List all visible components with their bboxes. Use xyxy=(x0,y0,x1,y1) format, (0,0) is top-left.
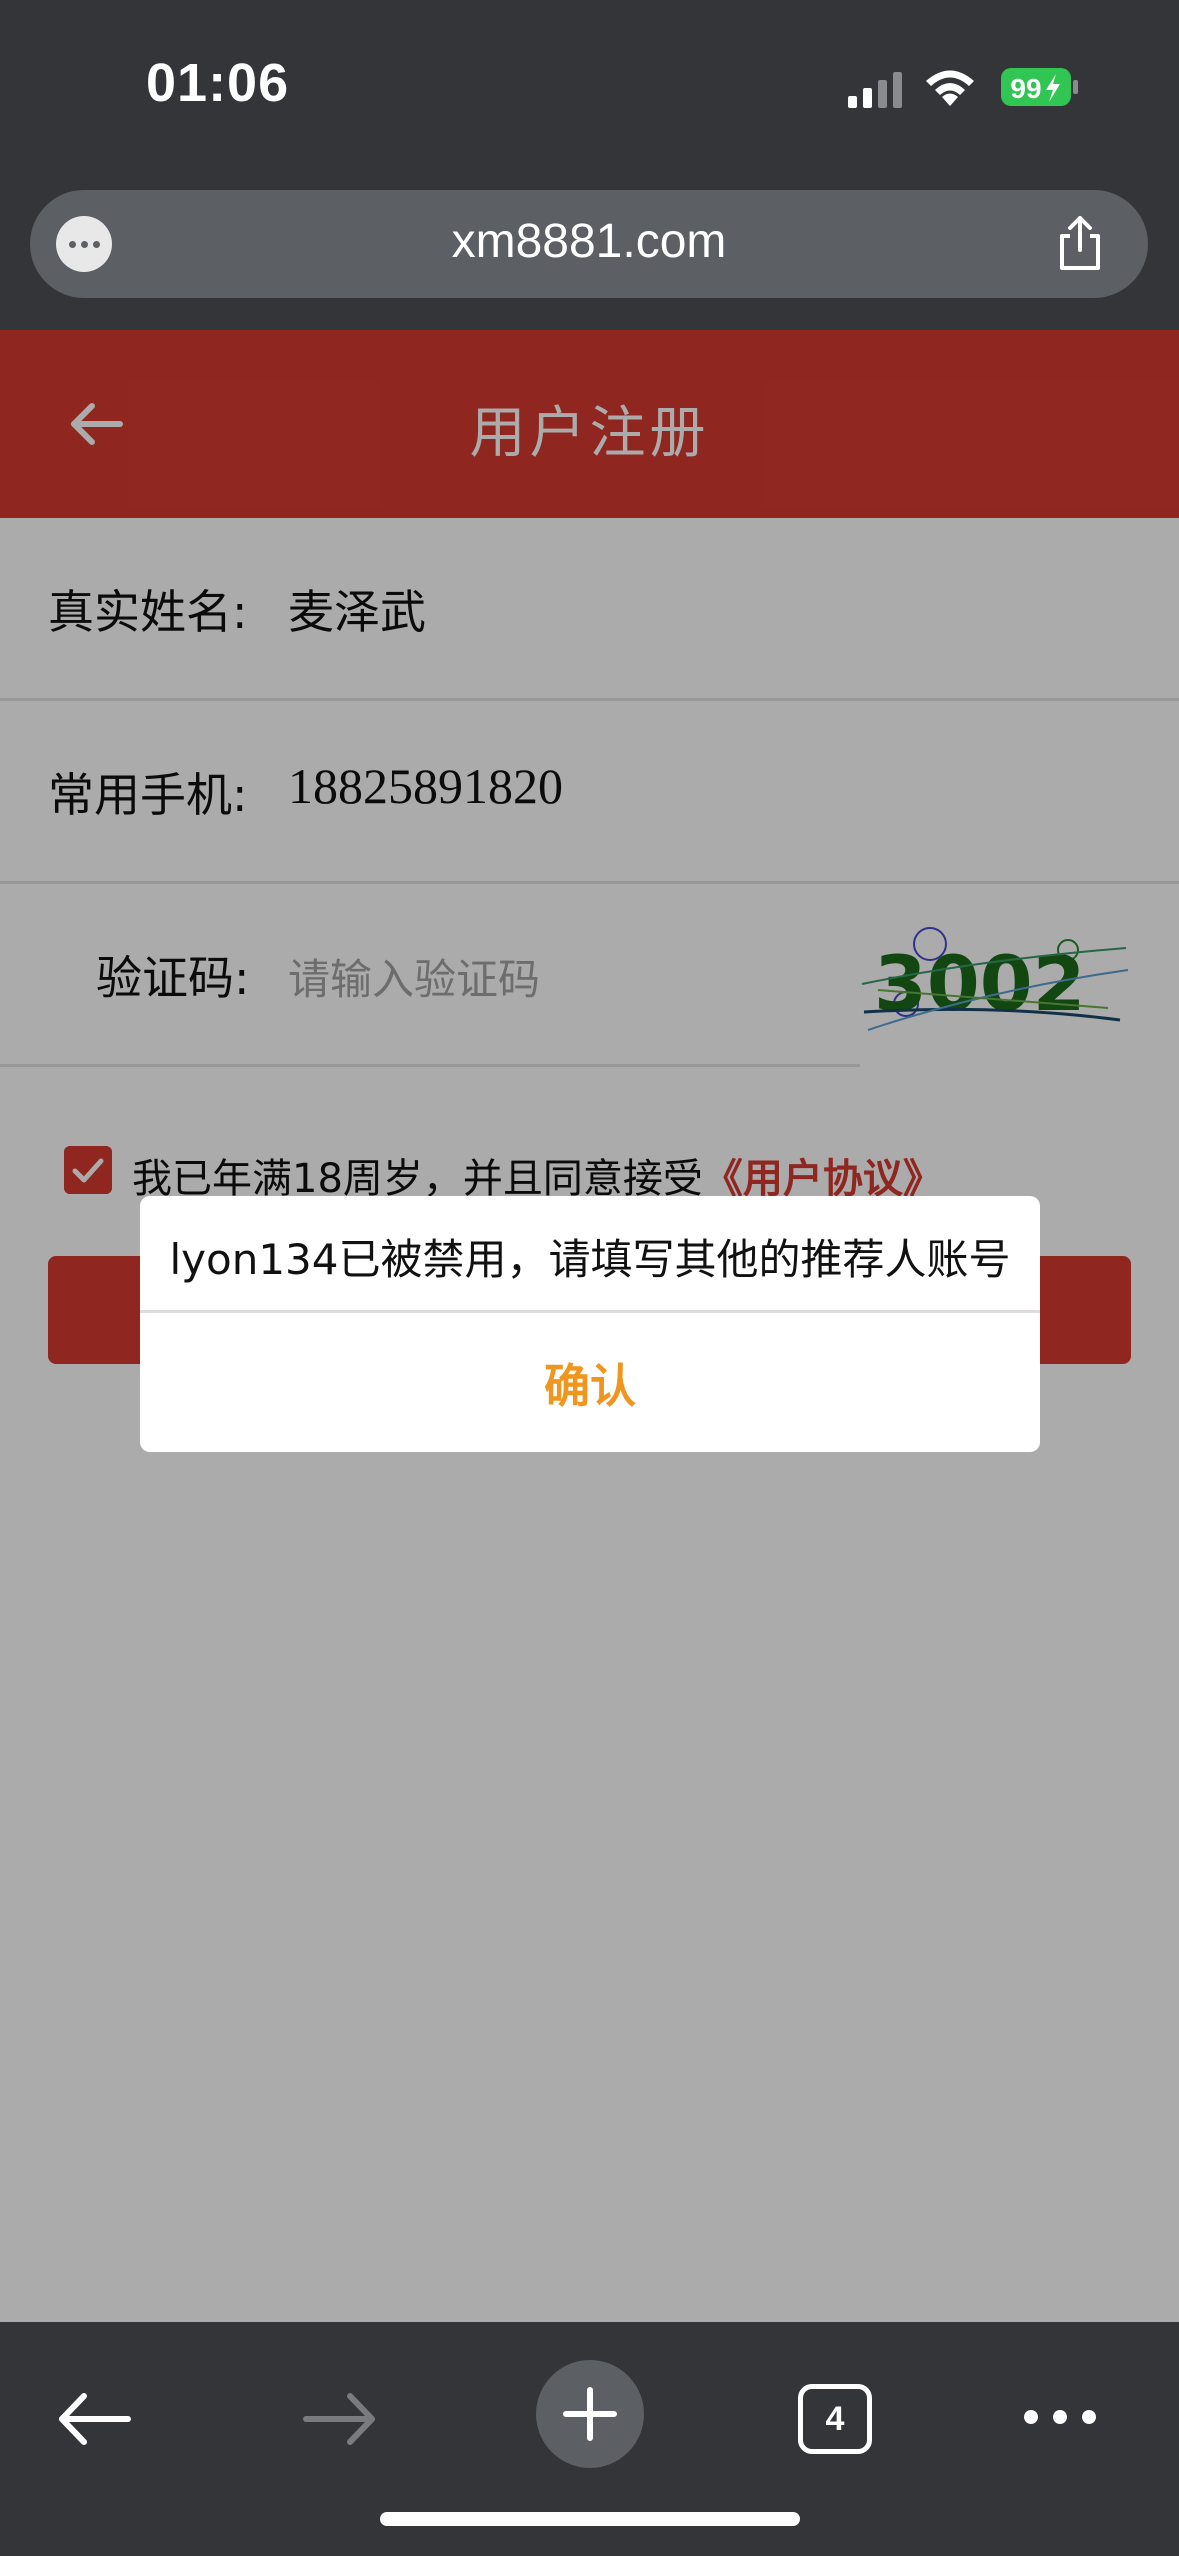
share-icon[interactable] xyxy=(1048,212,1112,276)
status-bar: 01:06 99 xyxy=(0,0,1179,170)
cellular-signal-icon xyxy=(848,72,902,108)
arrow-left-icon[interactable] xyxy=(54,2384,134,2454)
alert-dialog: lyon134已被禁用，请填写其他的推荐人账号 确认 xyxy=(140,1196,1040,1452)
tabs-button[interactable]: 4 xyxy=(798,2384,872,2454)
address-bar[interactable]: xm8881.com xyxy=(30,190,1148,298)
new-tab-button[interactable] xyxy=(536,2360,644,2468)
plus-icon xyxy=(563,2387,617,2441)
url-text[interactable]: xm8881.com xyxy=(30,214,1148,269)
more-icon[interactable] xyxy=(1024,2402,1096,2432)
wifi-icon xyxy=(926,70,974,106)
browser-toolbar: 4 xyxy=(0,2322,1179,2556)
status-time: 01:06 xyxy=(146,53,290,113)
alert-message: lyon134已被禁用，请填写其他的推荐人账号 xyxy=(169,1235,1011,1284)
confirm-button[interactable]: 确认 xyxy=(140,1313,1040,1452)
arrow-right-icon xyxy=(303,2393,375,2445)
battery-icon: 99 xyxy=(1001,68,1078,106)
browser-address-area: xm8881.com xyxy=(0,170,1179,330)
battery-level-text: 99 xyxy=(1010,73,1041,104)
home-indicator xyxy=(380,2512,800,2526)
